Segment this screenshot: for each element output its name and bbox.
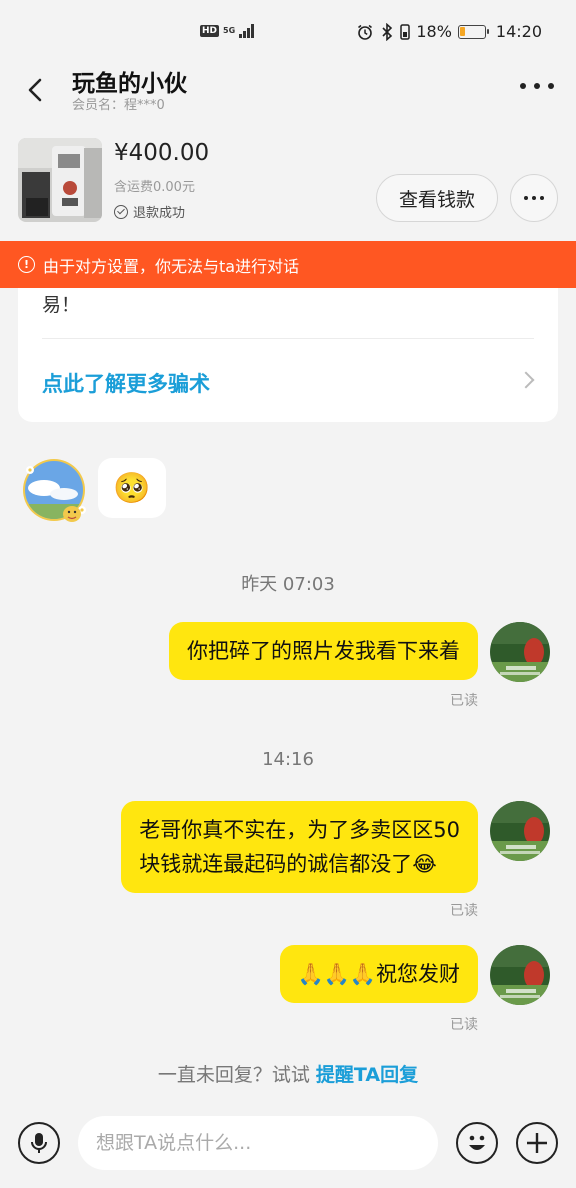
dot-icon — [548, 83, 554, 89]
hd-badge: HD — [200, 25, 220, 37]
microphone-icon — [31, 1133, 47, 1153]
chevron-right-icon — [517, 371, 535, 389]
alarm-icon — [358, 24, 373, 40]
status-bar: HD 5G 18% 14:20 — [0, 0, 576, 60]
read-receipt: 已读 — [450, 903, 478, 919]
member-name: 会员名：程***0 — [72, 98, 165, 113]
product-thumbnail[interactable] — [18, 138, 102, 222]
warning-icon: ! — [18, 256, 35, 273]
message-line: 块钱就连最起码的诚信都没了😂 — [139, 852, 437, 876]
refund-status: 退款成功 — [114, 202, 185, 221]
dot-icon — [534, 83, 540, 89]
bluetooth-icon — [382, 22, 393, 41]
dot-icon — [520, 83, 526, 89]
signal-icon — [239, 24, 255, 38]
read-receipt: 已读 — [450, 693, 478, 709]
battery-percent: 18% — [416, 22, 452, 41]
shipping-fee: 含运费0.00元 — [114, 180, 195, 195]
price: ¥400.00 — [114, 140, 210, 166]
sent-message[interactable]: 老哥你真不实在，为了多卖区区50 块钱就连最起码的诚信都没了😂 — [121, 801, 478, 893]
back-arrow-icon — [28, 78, 42, 102]
battery-icon — [457, 24, 489, 39]
blocked-banner: ! 由于对方设置，你无法与ta进行对话 — [0, 241, 576, 288]
emoji-button[interactable] — [456, 1122, 498, 1164]
scam-text: 易！ — [42, 294, 81, 316]
reply-hint: 一直未回复？试试 提醒TA回复 — [0, 1060, 576, 1087]
timestamp: 昨天 07:03 — [241, 574, 335, 595]
sim-battery-icon — [400, 23, 411, 40]
more-options-button[interactable] — [520, 76, 554, 96]
dot-icon — [524, 196, 528, 200]
scam-info-link[interactable]: 点此了解更多骗术 — [42, 368, 210, 398]
my-avatar[interactable] — [490, 801, 550, 861]
status-right: 18% 14:20 — [356, 22, 542, 41]
message-input[interactable] — [78, 1116, 438, 1170]
sent-message[interactable]: 🙏🙏🙏祝您发财 — [279, 945, 478, 1003]
clock: 14:20 — [495, 22, 542, 41]
timestamp: 14:16 — [262, 749, 314, 770]
chat-header: 玩鱼的小伙 会员名：程***0 — [0, 60, 576, 120]
check-circle-icon — [114, 204, 128, 219]
back-button[interactable] — [18, 70, 54, 106]
message-line: 老哥你真不实在，为了多卖区区50 — [139, 818, 460, 842]
voice-button[interactable] — [18, 1122, 60, 1164]
seller-avatar[interactable] — [22, 458, 90, 526]
5g-label: 5G — [223, 26, 236, 35]
scam-warning-card: 易！ 点此了解更多骗术 — [18, 288, 558, 422]
add-button[interactable] — [516, 1122, 558, 1164]
input-bar — [0, 1108, 576, 1188]
my-avatar[interactable] — [490, 622, 550, 682]
view-money-button[interactable]: 查看钱款 — [376, 174, 498, 222]
product-card: ¥400.00 含运费0.00元 退款成功 查看钱款 — [0, 124, 576, 240]
divider — [42, 338, 534, 339]
smiley-icon — [469, 1135, 485, 1150]
plus-icon — [527, 1133, 547, 1153]
network-indicator: HD 5G — [200, 24, 255, 38]
banner-text: 由于对方设置，你无法与ta进行对话 — [43, 256, 300, 276]
refund-status-label: 退款成功 — [133, 206, 186, 221]
page-title: 玩鱼的小伙 — [72, 71, 187, 97]
product-more-button[interactable] — [510, 174, 558, 222]
remind-link[interactable]: 提醒TA回复 — [316, 1064, 418, 1086]
sent-message[interactable]: 你把碎了的照片发我看下来着 — [169, 622, 478, 680]
read-receipt: 已读 — [450, 1017, 478, 1033]
hint-text: 一直未回复？试试 — [157, 1064, 316, 1086]
emoji-message[interactable]: 🥺 — [98, 458, 166, 518]
dot-icon — [532, 196, 536, 200]
my-avatar[interactable] — [490, 945, 550, 1005]
dot-icon — [540, 196, 544, 200]
